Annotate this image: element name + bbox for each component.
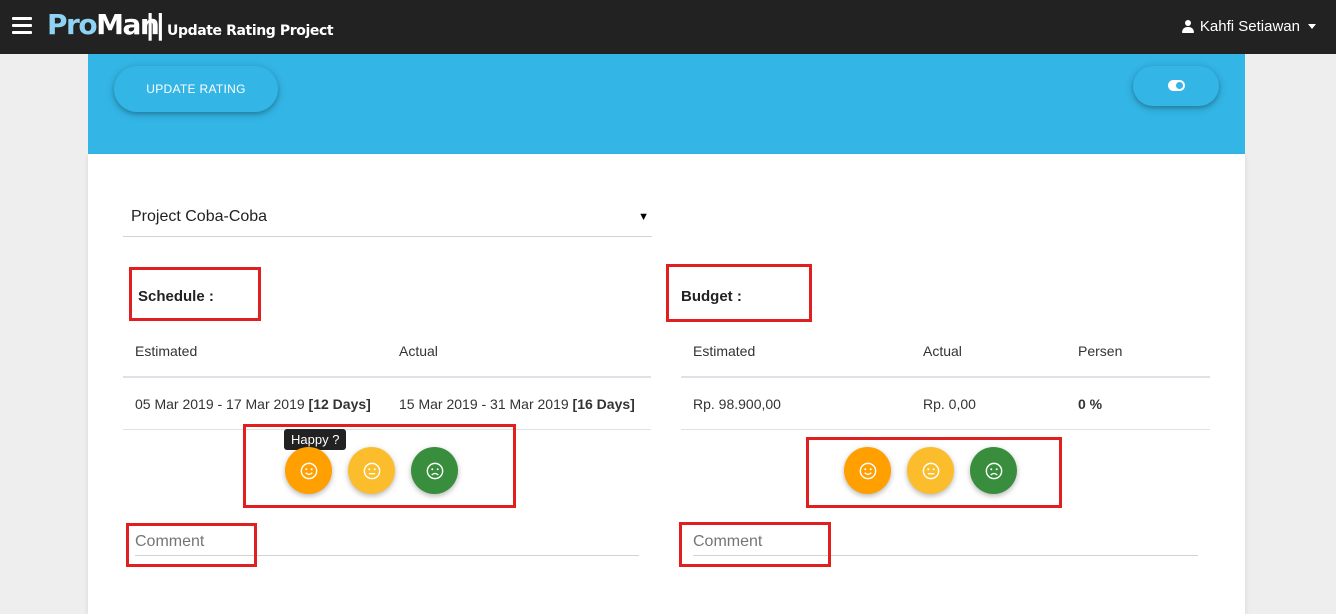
budget-header-actual: Actual xyxy=(923,343,962,359)
brand-separator: || xyxy=(145,8,166,41)
budget-header-estimated: Estimated xyxy=(693,343,756,359)
brand-logo[interactable]: ProMan xyxy=(47,8,160,41)
schedule-sad-face-button[interactable] xyxy=(411,447,458,494)
budget-estimated-value: Rp. 98.900,00 xyxy=(693,396,781,412)
budget-header-persen: Persen xyxy=(1078,343,1123,359)
user-name: Kahfi Setiawan xyxy=(1199,18,1300,35)
schedule-header-divider xyxy=(123,376,651,378)
select-caret-icon: ▼ xyxy=(638,211,649,223)
caret-down-icon xyxy=(1308,24,1316,29)
happy-tooltip: Happy ? xyxy=(284,429,347,455)
budget-actual-value: Rp. 0,00 xyxy=(923,396,976,412)
user-dropdown[interactable]: Kahfi Setiawan xyxy=(1181,18,1316,35)
card-header: UPDATE RATING xyxy=(88,54,1245,154)
frown-icon xyxy=(426,462,443,479)
frown-icon xyxy=(985,462,1002,479)
meh-icon xyxy=(922,462,939,479)
smile-icon xyxy=(859,462,876,479)
schedule-header-actual: Actual xyxy=(399,343,438,359)
smile-icon xyxy=(300,462,317,479)
budget-header-divider xyxy=(681,376,1210,378)
user-icon xyxy=(1181,19,1194,34)
project-select-value: Project Coba-Coba xyxy=(131,208,268,225)
toggle-button[interactable] xyxy=(1133,66,1219,106)
budget-neutral-face-button[interactable] xyxy=(907,447,954,494)
schedule-neutral-face-button[interactable] xyxy=(348,447,395,494)
update-rating-button[interactable]: UPDATE RATING xyxy=(114,66,278,112)
schedule-actual-value: 15 Mar 2019 - 31 Mar 2019 [16 Days] xyxy=(399,396,635,412)
project-select[interactable]: Project Coba-Coba ▼ xyxy=(123,198,652,237)
top-navbar: ProMan || Update Rating Project Kahfi Se… xyxy=(0,0,1336,54)
toggle-icon xyxy=(1168,80,1185,91)
meh-icon xyxy=(363,462,380,479)
budget-title: Budget : xyxy=(681,288,742,305)
schedule-estimated-value: 05 Mar 2019 - 17 Mar 2019 [12 Days] xyxy=(135,396,371,412)
budget-comment-input[interactable] xyxy=(693,528,1198,556)
schedule-happy-face-button[interactable] xyxy=(285,447,332,494)
hamburger-menu-icon[interactable] xyxy=(12,17,32,34)
budget-persen-value: 0 % xyxy=(1078,396,1103,412)
budget-happy-face-button[interactable] xyxy=(844,447,891,494)
budget-row-divider xyxy=(681,429,1210,430)
schedule-comment-input[interactable] xyxy=(135,528,639,556)
budget-sad-face-button[interactable] xyxy=(970,447,1017,494)
page-subtitle: Update Rating Project xyxy=(167,23,334,39)
schedule-header-estimated: Estimated xyxy=(135,343,198,359)
schedule-row-divider xyxy=(123,429,651,430)
card-body: Project Coba-Coba ▼ Schedule : Estimated… xyxy=(88,154,1245,614)
schedule-title: Schedule : xyxy=(138,288,214,305)
